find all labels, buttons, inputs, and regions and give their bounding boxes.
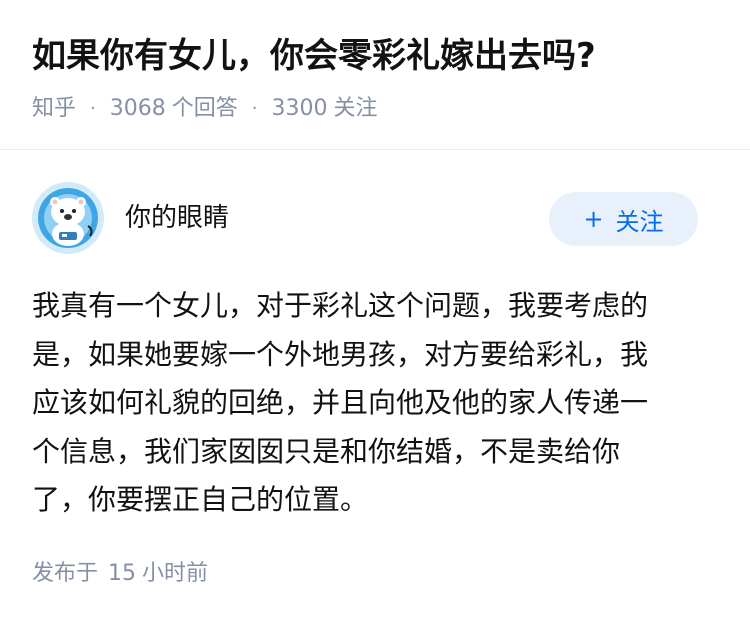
- author-avatar[interactable]: [32, 182, 104, 254]
- meta-separator: ·: [251, 98, 258, 119]
- plus-icon: +: [583, 205, 604, 233]
- source-label[interactable]: 知乎: [32, 92, 76, 126]
- answer-line: 了，你要摆正自己的位置。: [32, 483, 369, 516]
- question-meta: 知乎 · 3068 个回答 · 3300 关注: [32, 92, 378, 126]
- author-row: 你的眼睛 + 关注: [32, 182, 698, 256]
- answer-content[interactable]: 我真有一个女儿，对于彩礼这个问题，我要考虑的 是，如果她要嫁一个外地男孩，对方要…: [32, 282, 712, 525]
- follow-button[interactable]: + 关注: [549, 192, 698, 246]
- publish-time-value: 15: [108, 561, 137, 586]
- question-header: 如果你有女儿，你会零彩礼嫁出去吗? 知乎 · 3068 个回答 · 3300 关…: [0, 0, 750, 150]
- follow-button-label: 关注: [615, 207, 664, 236]
- follower-count: 3300: [271, 96, 328, 121]
- answer-line: 应该如何礼貌的回绝，并且向他及他的家人传递一: [32, 386, 649, 419]
- answer-line: 个信息，我们家囡囡只是和你结婚，不是卖给你: [32, 434, 621, 468]
- author-name[interactable]: 你的眼睛: [125, 200, 229, 236]
- polar-bear-astronaut-avatar-icon: [32, 182, 104, 254]
- question-title[interactable]: 如果你有女儿，你会零彩礼嫁出去吗?: [32, 32, 596, 80]
- meta-separator: ·: [90, 98, 96, 119]
- answer-count[interactable]: 3068: [110, 92, 166, 126]
- publish-time-prefix: 发布于: [32, 561, 99, 586]
- answer-publish-time: 发布于 15 小时前: [32, 557, 208, 591]
- answer-count-label[interactable]: 个回答: [172, 92, 238, 126]
- answer-line: 是，如果她要嫁一个外地男孩，对方要给彩礼，我: [32, 337, 649, 371]
- answer-line: 我真有一个女儿，对于彩礼这个问题，我要考虑的: [32, 289, 649, 322]
- follower-count-label: 关注: [333, 96, 378, 121]
- publish-time-suffix: 小时前: [142, 561, 209, 586]
